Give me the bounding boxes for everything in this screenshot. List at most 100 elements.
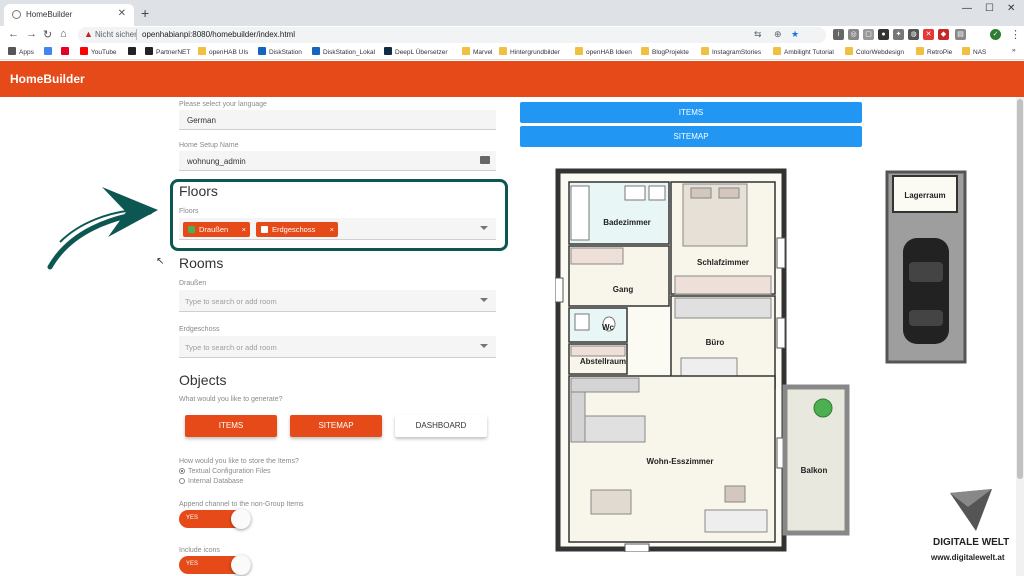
bookmark-item[interactable]: ColorWebdesign — [845, 47, 904, 56]
rooms-heading: Rooms — [179, 255, 224, 271]
logo-name: DIGITALE WELT — [933, 537, 1010, 548]
include-icons-toggle[interactable]: YES — [179, 555, 251, 575]
bookmark-item[interactable]: RetroPie — [916, 47, 952, 56]
extension-icon[interactable]: i — [833, 29, 844, 40]
bookmark-item[interactable]: InstagramStories — [701, 47, 761, 56]
append-channel-toggle[interactable]: YES — [179, 509, 251, 529]
bookmark-icon — [61, 47, 69, 55]
floor-chip[interactable]: Erdgeschoss × — [256, 222, 338, 237]
menu-icon[interactable]: ⋮ — [1010, 28, 1021, 41]
toggle-knob[interactable] — [231, 555, 251, 575]
store-option-database[interactable]: Internal Database — [179, 478, 243, 485]
new-tab-icon[interactable]: + — [141, 5, 149, 21]
bookmark-item[interactable]: BlogProjekte — [641, 47, 689, 56]
room-label: Wc — [602, 323, 615, 332]
scrollbar[interactable] — [1016, 97, 1024, 576]
bookmark-icon — [8, 47, 16, 55]
bookmark-item[interactable] — [44, 47, 55, 56]
bookmark-item[interactable] — [128, 47, 139, 56]
minimize-icon[interactable]: — — [962, 3, 972, 14]
extension-icon[interactable]: ● — [878, 29, 889, 40]
store-option-textual[interactable]: Textual Configuration Files — [179, 468, 271, 475]
items-button[interactable]: ITEMS — [185, 415, 277, 437]
setup-name-input[interactable]: wohnung_admin — [179, 151, 496, 171]
address-bar[interactable]: ▲ Nicht sicher openhabianpi:8080/homebui… — [78, 27, 826, 43]
back-icon[interactable]: ← — [8, 28, 19, 40]
globe-icon — [12, 10, 21, 19]
preview-sitemap-button[interactable]: SITEMAP — [520, 126, 862, 147]
room-group-label: Draußen — [179, 280, 207, 287]
more-bookmarks-icon[interactable]: » — [1012, 47, 1016, 54]
bookmark-item[interactable]: YouTube — [80, 47, 117, 56]
app-header: HomeBuilder — [0, 61, 1024, 97]
radio-icon[interactable] — [179, 478, 185, 484]
browser-tab[interactable]: HomeBuilder ✕ — [4, 4, 134, 26]
profile-avatar[interactable]: ✓ — [990, 29, 1001, 40]
garden-icon — [188, 226, 195, 233]
bookmark-item[interactable]: Apps — [8, 47, 34, 56]
extension-icon[interactable]: ◆ — [938, 29, 949, 40]
arrow-annotation-icon — [47, 187, 158, 270]
room-label: Büro — [706, 338, 725, 347]
remove-chip-icon[interactable]: × — [330, 225, 334, 234]
rooms-input[interactable]: Type to search or add room — [179, 290, 496, 312]
chevron-down-icon[interactable] — [480, 226, 488, 230]
radio-selected-icon[interactable] — [179, 468, 185, 474]
bookmark-item[interactable]: PartnerNET — [145, 47, 190, 56]
extension-icon[interactable]: ✕ — [923, 29, 934, 40]
home-icon[interactable]: ⌂ — [60, 28, 67, 40]
extension-icon[interactable]: ◎ — [848, 29, 859, 40]
objects-question: What would you like to generate? — [179, 396, 283, 403]
bookmark-label: Ambilight Tutorial — [784, 49, 834, 56]
rooms-placeholder: Type to search or add room — [185, 343, 277, 352]
translate-icon[interactable]: ⇆ — [754, 29, 762, 40]
bookmark-icon — [773, 47, 781, 55]
preview-items-button[interactable]: ITEMS — [520, 102, 862, 123]
bookmark-item[interactable]: DiskStation_Lokal — [312, 47, 375, 56]
floors-select[interactable]: Draußen × Erdgeschoss × — [179, 218, 496, 240]
chevron-down-icon[interactable] — [480, 344, 488, 348]
bookmark-label: BlogProjekte — [652, 49, 689, 56]
close-tab-icon[interactable]: ✕ — [118, 8, 126, 19]
digitale-welt-logo-icon — [950, 489, 992, 531]
forward-icon[interactable]: → — [26, 28, 37, 40]
bookmark-star-icon[interactable]: ★ — [791, 29, 799, 40]
extension-icon[interactable]: ▢ — [863, 29, 874, 40]
bookmark-item[interactable]: Ambilight Tutorial — [773, 47, 834, 56]
room-label: Badezimmer — [603, 218, 651, 227]
bookmark-item[interactable]: openHAB Ideen — [575, 47, 632, 56]
bookmark-label: Hintergrundbilder — [510, 49, 560, 56]
bookmark-item[interactable]: openHAB UIs — [198, 47, 248, 56]
floor-chip[interactable]: Draußen × — [183, 222, 250, 237]
zoom-icon[interactable]: ⊕ — [774, 29, 782, 40]
language-select[interactable]: German — [179, 110, 496, 130]
scrollbar-thumb[interactable] — [1017, 99, 1023, 479]
dashboard-button[interactable]: DASHBOARD — [395, 415, 487, 437]
bookmark-label: RetroPie — [927, 49, 953, 56]
floor-plan: Badezimmer Schlafzimmer Gang Wc Büro Abs… — [555, 168, 850, 552]
security-warning[interactable]: Nicht sicher — [95, 30, 137, 39]
extension-icon[interactable]: ▤ — [955, 29, 966, 40]
bookmark-item[interactable]: NAS — [962, 47, 986, 56]
rooms-input[interactable]: Type to search or add room — [179, 336, 496, 358]
bookmark-icon — [80, 47, 88, 55]
reload-icon[interactable]: ↻ — [43, 28, 52, 41]
bookmark-item[interactable]: Hintergrundbilder — [499, 47, 560, 56]
bookmark-item[interactable]: Marvel — [462, 47, 493, 56]
close-window-icon[interactable]: ✕ — [1007, 3, 1015, 14]
url-text[interactable]: openhabianpi:8080/homebuilder/index.html — [142, 30, 295, 39]
bookmark-item[interactable]: DiskStation — [258, 47, 302, 56]
divider — [136, 29, 137, 40]
extension-icon[interactable]: ◍ — [908, 29, 919, 40]
toggle-knob[interactable] — [231, 509, 251, 529]
bookmark-item[interactable] — [61, 47, 72, 56]
store-question: How would you like to store the Items? — [179, 458, 299, 465]
bookmark-icon — [312, 47, 320, 55]
extension-icon[interactable]: ✦ — [893, 29, 904, 40]
logo-url: www.digitalewelt.at — [931, 553, 1005, 562]
bookmark-item[interactable]: DeepL Übersetzer — [384, 47, 448, 56]
sitemap-button[interactable]: SITEMAP — [290, 415, 382, 437]
maximize-icon[interactable]: ☐ — [985, 3, 994, 14]
remove-chip-icon[interactable]: × — [242, 225, 246, 234]
chevron-down-icon[interactable] — [480, 298, 488, 302]
